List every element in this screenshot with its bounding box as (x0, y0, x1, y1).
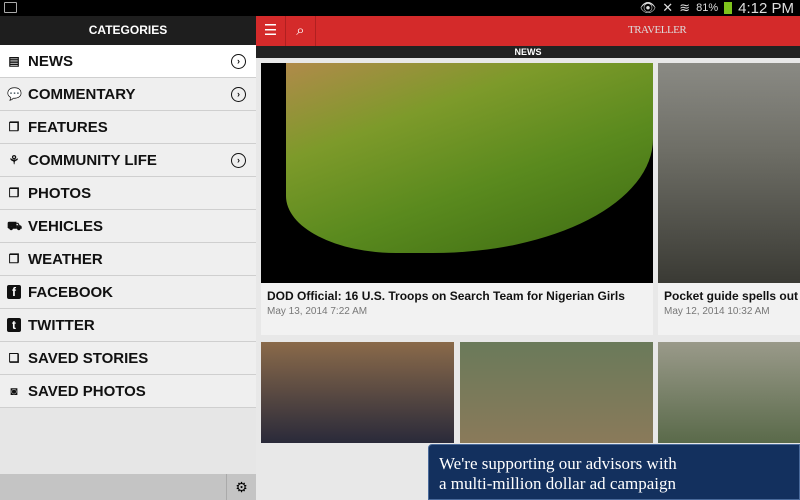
menu-icon[interactable]: ☰ (256, 16, 286, 46)
eye-icon: 👁 (639, 0, 657, 15)
newspaper-icon: ▤ (8, 54, 20, 68)
documents-icon: ❐ (8, 120, 20, 134)
sidebar-item-saved-photos[interactable]: ◙ SAVED PHOTOS (0, 375, 256, 408)
sidebar-item-saved-stories[interactable]: ❏ SAVED STORIES (0, 342, 256, 375)
sidebar-item-features[interactable]: ❐ FEATURES (0, 111, 256, 144)
twitter-icon: t (7, 318, 21, 332)
sidebar-item-label: TWITTER (28, 316, 95, 334)
ad-line-1: We're supporting our advisors with (439, 454, 677, 473)
sidebar-item-news[interactable]: ▤ NEWS › (0, 45, 256, 78)
story-title: Pocket guide spells out s (664, 289, 800, 303)
chevron-right-circle-icon[interactable]: › (231, 86, 246, 102)
section-label: NEWS (256, 46, 800, 58)
clock: 4:12 PM (738, 0, 794, 17)
ad-line-2: a multi-million dollar ad campaign (439, 474, 676, 493)
facebook-icon: f (7, 285, 21, 299)
battery-percent: 81% (696, 2, 719, 14)
categories-sidebar: CATEGORIES ▤ NEWS › 💬 COMMENTARY › ❐ FEATURES ⚘ C… (0, 16, 256, 500)
camera-icon: ◙ (10, 384, 18, 398)
status-bar: 👁 ✕ ≋ 81% 4:12 PM (0, 0, 800, 17)
sidebar-item-community-life[interactable]: ⚘ COMMUNITY LIFE › (0, 144, 256, 177)
sidebar-footer: ⚙ (0, 474, 256, 500)
sidebar-item-label: FACEBOOK (28, 283, 114, 301)
story-thumbnail[interactable] (261, 342, 454, 443)
story-date: May 13, 2014 7:22 AM (267, 306, 368, 317)
story-image-soldier (658, 63, 800, 283)
wifi-icon: ≋ (679, 0, 691, 15)
sidebar-item-vehicles[interactable]: ⛟ VEHICLES (0, 210, 256, 243)
sidebar-item-label: COMMUNITY LIFE (28, 151, 157, 169)
sidebar-item-facebook[interactable]: f FACEBOOK (0, 276, 256, 309)
people-icon: ⚘ (8, 153, 20, 167)
saved-stories-icon: ❏ (8, 351, 20, 365)
sidebar-item-weather[interactable]: ❐ WEATHER (0, 243, 256, 276)
sidebar-item-label: SAVED PHOTOS (28, 382, 146, 400)
mute-icon: ✕ (662, 0, 674, 15)
sidebar-item-label: COMMENTARY (28, 85, 136, 103)
story-card[interactable]: DOD Official: 16 U.S. Troops on Search T… (261, 63, 653, 335)
sidebar-item-photos[interactable]: ❐ PHOTOS (0, 177, 256, 210)
story-image-map (261, 63, 653, 283)
app-logo: TRAVELLER (628, 24, 687, 36)
car-icon: ⛟ (7, 219, 23, 233)
settings-gear-icon[interactable]: ⚙ (226, 474, 256, 500)
battery-icon (724, 2, 733, 14)
sidebar-item-label: SAVED STORIES (28, 349, 149, 367)
sidebar-item-label: FEATURES (28, 118, 108, 136)
sidebar-item-label: PHOTOS (28, 184, 92, 202)
speech-bubble-icon: 💬 (7, 87, 22, 101)
story-thumbnail[interactable] (658, 342, 800, 443)
story-thumbnail[interactable] (460, 342, 653, 443)
sidebar-item-label: NEWS (28, 52, 73, 70)
sidebar-item-twitter[interactable]: t TWITTER (0, 309, 256, 342)
app-toolbar: ☰ ⌕ TRAVELLER (256, 16, 800, 46)
sidebar-item-label: WEATHER (28, 250, 103, 268)
story-card[interactable]: Pocket guide spells out s May 12, 2014 1… (658, 63, 800, 335)
documents-icon: ❐ (8, 186, 20, 200)
main-content: ☰ ⌕ TRAVELLER NEWS DOD Official: 16 U.S.… (256, 16, 800, 500)
chevron-right-circle-icon[interactable]: › (231, 53, 246, 69)
sidebar-item-label: VEHICLES (28, 217, 104, 235)
sidebar-item-commentary[interactable]: 💬 COMMENTARY › (0, 78, 256, 111)
documents-icon: ❐ (8, 252, 20, 266)
gallery-icon (4, 2, 17, 13)
story-date: May 12, 2014 10:32 AM (664, 306, 770, 317)
story-title: DOD Official: 16 U.S. Troops on Search T… (267, 289, 625, 303)
ad-banner[interactable]: We're supporting our advisors with a mul… (428, 444, 800, 500)
search-icon[interactable]: ⌕ (286, 16, 316, 46)
chevron-right-circle-icon[interactable]: › (231, 152, 246, 168)
sidebar-title: CATEGORIES (0, 16, 256, 45)
